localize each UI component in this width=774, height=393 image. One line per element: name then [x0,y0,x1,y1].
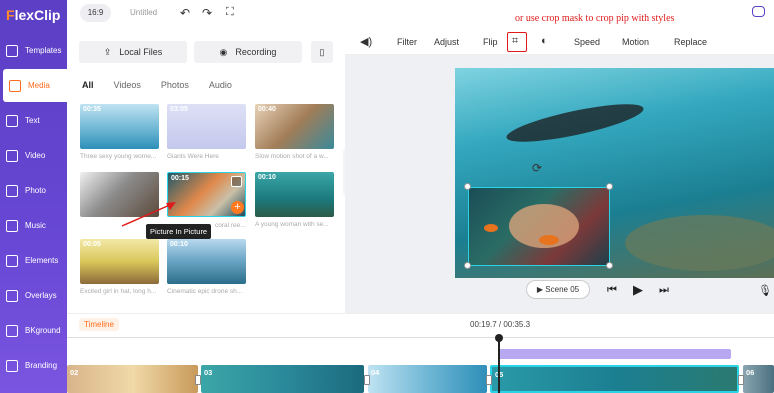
flip-button[interactable]: Flip [483,37,498,47]
sidebar-item-templates[interactable]: Templates [0,34,67,67]
media-caption: Slow motion shot of a w... [255,153,329,160]
media-thumbnail[interactable]: 00:40 [255,104,334,149]
upload-icon: ⇪ [103,46,112,57]
crop-highlight [507,32,527,52]
timeline-label[interactable]: Timeline [79,318,119,331]
record-icon: ◉ [219,46,228,57]
timeline-clip-selected[interactable]: 05 [490,365,739,393]
pip-overlay-track[interactable] [498,349,731,359]
media-caption: Cinematic epic drone sh... [167,288,243,295]
media-caption: Giants Were Here [167,153,219,160]
resize-handle[interactable] [464,262,471,269]
tab-audio[interactable]: Audio [209,80,232,90]
sidebar-item-photo[interactable]: Photo [0,174,67,207]
resize-handle[interactable] [606,183,613,190]
add-icon[interactable]: + [231,201,244,214]
timeline-clip[interactable]: 04 [368,365,487,393]
local-files-button[interactable]: ⇪ Local Files [79,41,187,63]
timeline-clip[interactable]: 02 [67,365,198,393]
overlays-icon [6,289,18,302]
recording-button[interactable]: ◉ Recording [194,41,302,63]
media-thumbnail[interactable]: 00:10 [255,172,334,217]
media-caption: A young woman with se... [255,221,329,228]
tab-all[interactable]: All [82,80,94,90]
bkground-icon [6,324,18,337]
arrow-annotation [121,202,176,227]
tab-videos[interactable]: Videos [114,80,141,90]
annotation-hint: or use crop mask to crop pip with styles [515,13,675,24]
previous-icon[interactable]: ⏮ [607,284,617,297]
chat-icon[interactable] [752,6,765,17]
volume-icon[interactable]: ◀) [360,35,372,48]
media-caption: Three sexy young wome... [80,153,157,160]
microphone-icon[interactable]: 🎙 [758,284,772,297]
timeline-clip[interactable]: 03 [201,365,364,393]
sidebar: FlexClip Templates Media Text Video Phot… [0,0,67,393]
music-icon [6,219,18,232]
media-caption: coral ree... [215,222,246,229]
rotate-icon[interactable]: ⟳ [532,161,542,175]
sidebar-item-text[interactable]: Text [0,104,67,137]
transition-handle[interactable] [738,375,744,385]
transition-handle[interactable] [195,375,201,385]
templates-icon [6,44,18,57]
motion-button[interactable]: Motion [622,37,649,47]
sidebar-item-elements[interactable]: Elements [0,244,67,277]
flexclip-logo[interactable]: FlexClip [6,7,60,23]
media-thumbnail[interactable]: 00:10 [167,239,246,284]
media-thumbnail[interactable]: 00:05 [80,239,159,284]
tab-photos[interactable]: Photos [161,80,189,90]
phone-icon: ▯ [319,46,325,57]
sidebar-item-video[interactable]: Video [0,139,67,172]
video-icon [6,149,18,162]
aspect-ratio-button[interactable]: 16:9 [80,4,111,22]
project-title[interactable]: Untitled [130,8,157,17]
playhead[interactable] [498,336,500,393]
playhead-handle[interactable] [495,334,503,342]
clownfish-image [484,204,579,248]
timeline-ruler [67,337,774,338]
play-icon[interactable]: ▶ [633,282,643,298]
branding-icon [6,359,18,372]
resize-handle[interactable] [464,183,471,190]
edit-toolbar: ◀) Filter Adjust Flip ⌗ ◐ Speed Motion R… [345,30,774,55]
time-display: 00:19.7 / 00:35.3 [470,320,531,329]
photo-icon [6,184,18,197]
media-caption: Excited girl in hat, long h... [80,288,157,295]
media-tabs: All Videos Photos Audio [82,80,252,90]
opacity-icon[interactable]: ◐ [541,35,548,47]
replace-button[interactable]: Replace [674,37,707,47]
redo-icon[interactable]: ↷ [202,6,212,20]
filter-button[interactable]: Filter [397,37,417,47]
transition-handle[interactable] [486,375,492,385]
audio-thumbnail[interactable]: 03:05 [167,104,246,149]
media-thumbnail[interactable]: 00:35 [80,104,159,149]
trash-icon[interactable] [231,176,242,187]
sidebar-item-media[interactable]: Media [3,69,67,102]
media-icon [9,79,21,92]
text-icon [6,114,18,127]
sidebar-item-overlays[interactable]: Overlays [0,279,67,312]
speed-button[interactable]: Speed [574,37,600,47]
timeline-clip[interactable]: 06 [743,365,774,393]
fullscreen-icon[interactable]: ⛶ [226,6,234,19]
resize-handle[interactable] [606,262,613,269]
transition-handle[interactable] [364,375,370,385]
sidebar-item-music[interactable]: Music [0,209,67,242]
next-icon[interactable]: ⏭ [659,284,669,297]
pip-layer[interactable] [468,187,610,266]
adjust-button[interactable]: Adjust [434,37,459,47]
sidebar-item-branding[interactable]: Branding [0,349,67,382]
elements-icon [6,254,18,267]
sidebar-item-bkground[interactable]: BKground [0,314,67,347]
mobile-upload-button[interactable]: ▯ [311,41,333,63]
undo-icon[interactable]: ↶ [180,6,190,20]
scene-selector[interactable]: ▶ Scene 05 [526,280,590,299]
